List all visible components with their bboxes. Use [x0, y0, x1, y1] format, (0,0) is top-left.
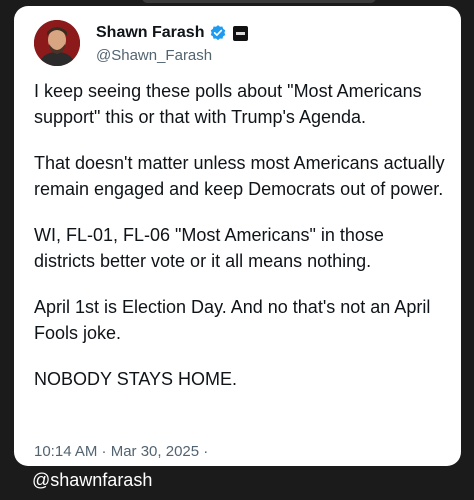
top-bar-remnant: [142, 0, 376, 3]
display-name[interactable]: Shawn Farash: [96, 24, 204, 42]
tweet-paragraph: April 1st is Election Day. And no that's…: [34, 297, 431, 343]
author-name-row: Shawn Farash: [96, 22, 249, 44]
tweet-paragraph: That doesn't matter unless most American…: [34, 153, 445, 199]
tweet-body: I keep seeing these polls about "Most Am…: [34, 78, 448, 412]
verified-badge-icon: [209, 24, 227, 42]
tweet-timestamp[interactable]: 10:14 AM · Mar 30, 2025 ·: [34, 443, 208, 460]
tweet-paragraph: NOBODY STAYS HOME.: [34, 369, 238, 389]
tweet-paragraph: WI, FL-01, FL-06 "Most Americans" in tho…: [34, 225, 384, 271]
affiliation-badge-icon[interactable]: [233, 25, 249, 41]
footer-credit: @shawnfarash: [32, 470, 153, 490]
avatar[interactable]: [34, 20, 80, 66]
tweet-card[interactable]: Shawn Farash @Shawn_Farash I keep seeing…: [14, 6, 461, 466]
author-handle[interactable]: @Shawn_Farash: [96, 47, 212, 64]
tweet-paragraph: I keep seeing these polls about "Most Am…: [34, 81, 422, 127]
